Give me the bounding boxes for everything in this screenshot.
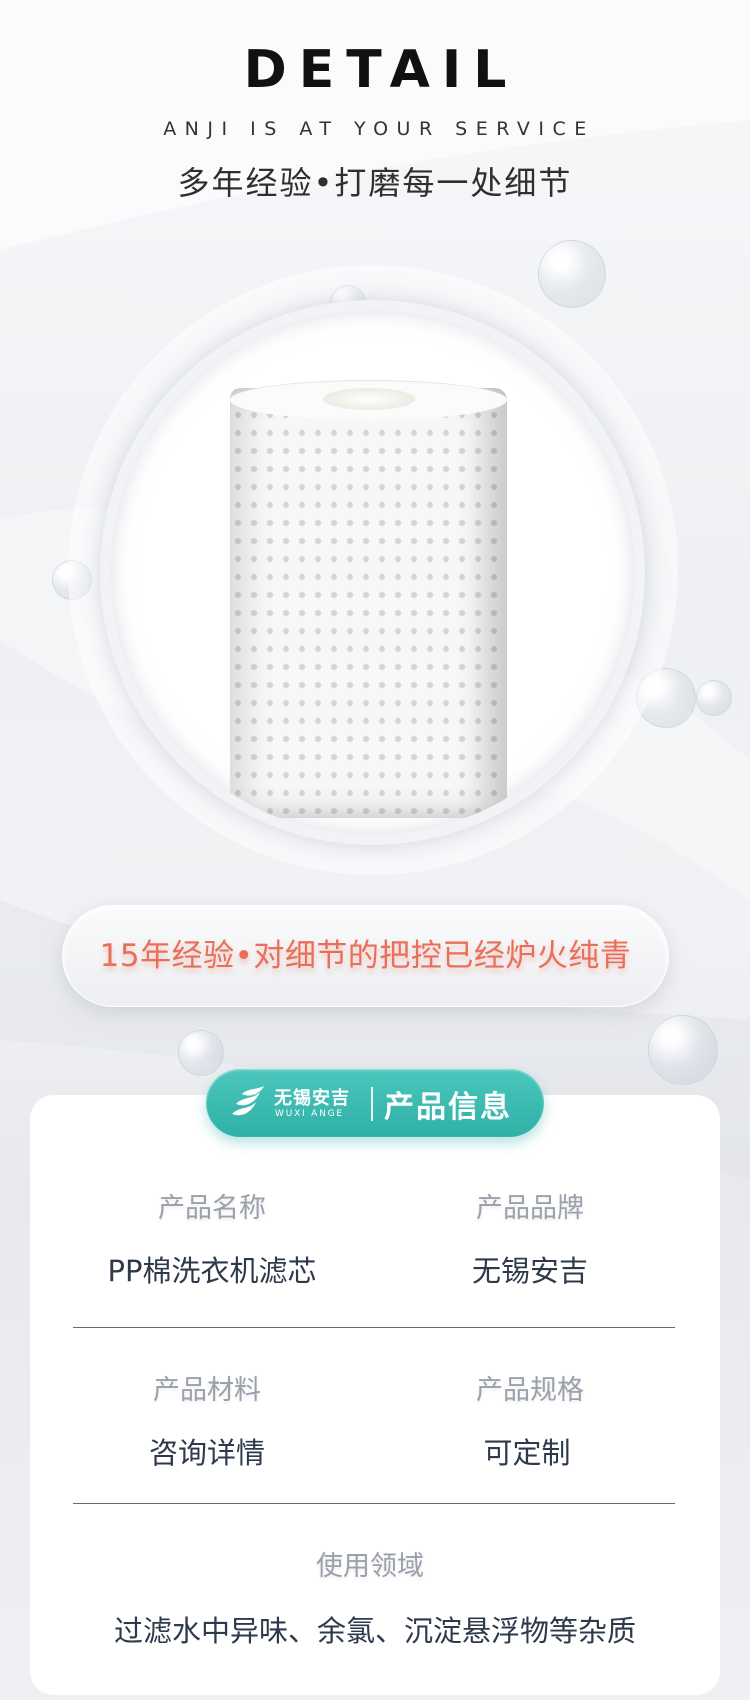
divider xyxy=(73,1503,675,1504)
field-label-material: 产品材料 xyxy=(153,1375,261,1406)
water-droplet-icon xyxy=(538,240,606,308)
product-info-badge: 无锡安吉 WUXI ANGE 产品信息 xyxy=(206,1069,544,1137)
tagline: ANJI IS AT YOUR SERVICE xyxy=(163,118,595,140)
brand-name: 无锡安吉 xyxy=(274,1088,350,1109)
brand-name-en: WUXI ANGE xyxy=(275,1109,344,1119)
field-value-material: 咨询详情 xyxy=(148,1436,265,1470)
field-value-application: 过滤水中异味、余氯、沉淀悬浮物等杂质 xyxy=(113,1614,636,1648)
water-droplet-icon xyxy=(696,680,732,716)
divider xyxy=(73,1327,675,1328)
highlight-text: 15年经验•对细节的把控已经炉火纯青 xyxy=(99,938,632,974)
brand-logo-icon xyxy=(232,1086,264,1116)
badge-divider xyxy=(371,1087,373,1121)
field-label-spec: 产品规格 xyxy=(476,1375,584,1406)
header: DETAIL ANJI IS AT YOUR SERVICE 多年经验•打磨每一… xyxy=(0,40,750,204)
field-value-spec: 可定制 xyxy=(483,1436,571,1470)
slogan: 多年经验•打磨每一处细节 xyxy=(177,164,573,202)
field-value-brand: 无锡安吉 xyxy=(471,1254,588,1288)
field-label-brand: 产品品牌 xyxy=(476,1193,584,1224)
product-image-frame xyxy=(100,300,645,845)
field-value-product-name: PP棉洗衣机滤芯 xyxy=(107,1254,317,1288)
water-droplet-icon xyxy=(648,1015,718,1085)
badge-title: 产品信息 xyxy=(384,1090,512,1125)
filter-core-hole xyxy=(323,388,415,410)
page-title: DETAIL xyxy=(243,40,519,100)
pp-filter-cartridge-image xyxy=(230,388,507,818)
water-droplet-icon xyxy=(178,1030,224,1076)
field-label-application: 使用领域 xyxy=(316,1551,424,1582)
field-label-product-name: 产品名称 xyxy=(158,1193,266,1224)
